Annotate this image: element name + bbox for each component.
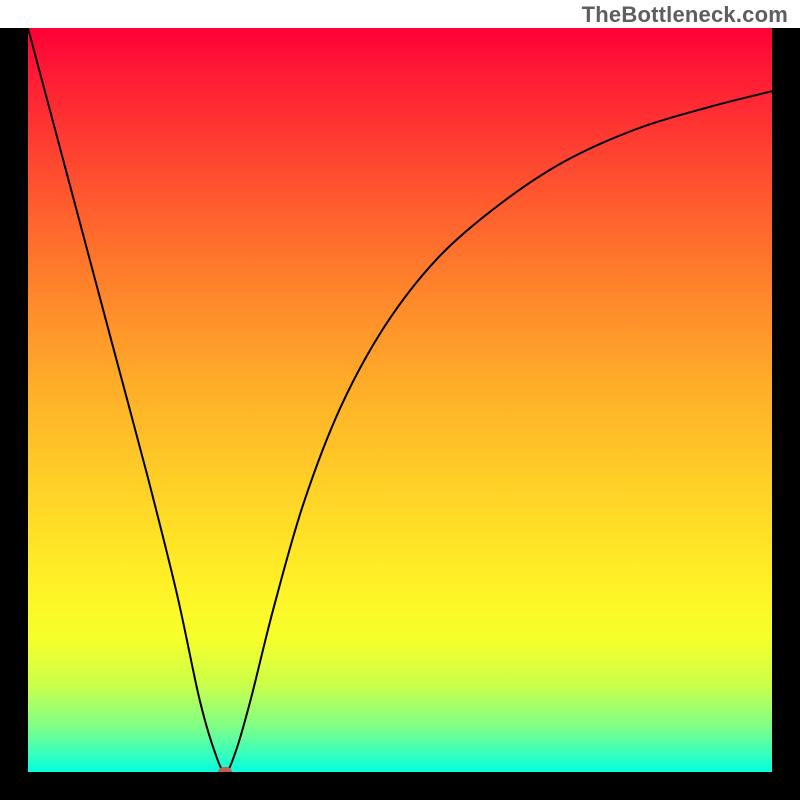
bottleneck-curve xyxy=(28,28,772,772)
plot-area xyxy=(28,28,772,772)
curve-svg xyxy=(28,28,772,772)
attribution-text: TheBottleneck.com xyxy=(582,2,788,28)
minimum-marker xyxy=(218,767,232,772)
chart-frame xyxy=(0,28,800,800)
chart-container: TheBottleneck.com xyxy=(0,0,800,800)
